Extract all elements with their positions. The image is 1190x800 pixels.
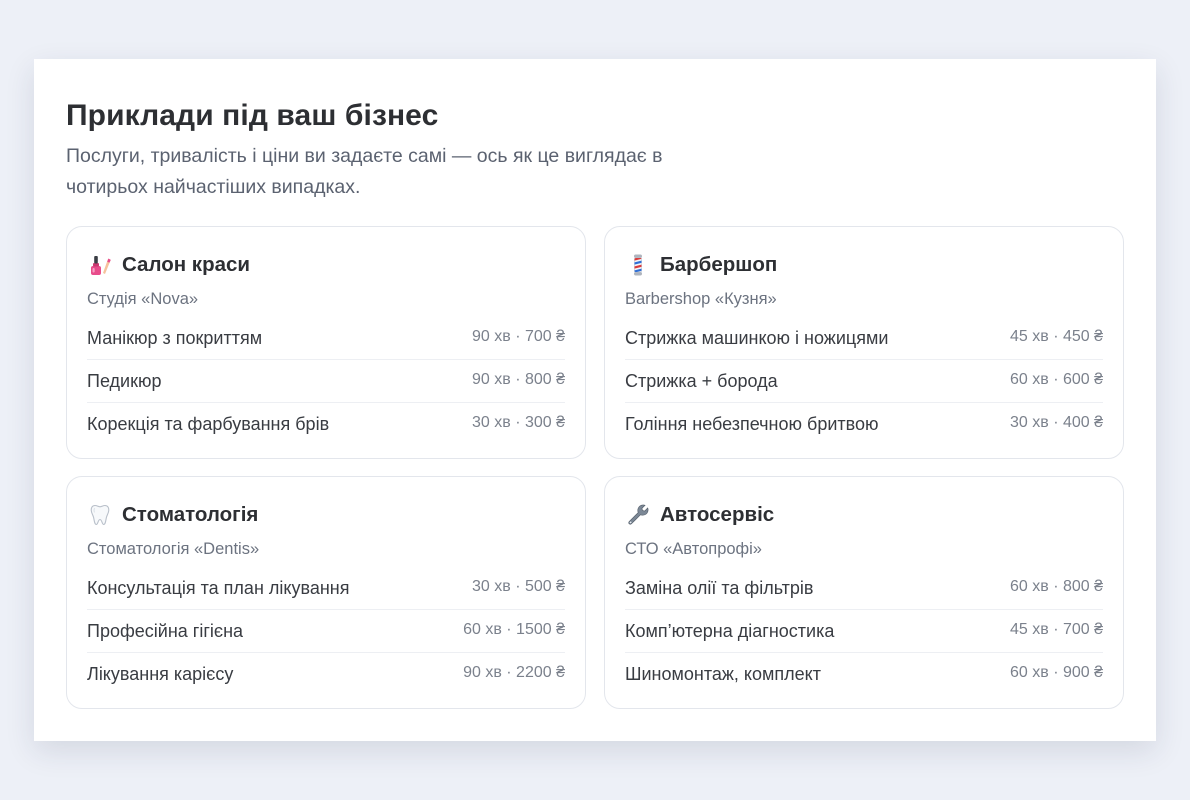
examples-panel: Приклади під ваш бізнес Послуги, тривалі… bbox=[34, 59, 1156, 741]
business-name: Стоматологія «Dentis» bbox=[87, 540, 260, 558]
service-name: Шиномонтаж, комплект bbox=[625, 664, 821, 684]
service-name: Педикюр bbox=[87, 371, 162, 391]
service-duration-price: 60 хв · 1500 ₴ bbox=[463, 621, 565, 638]
business-name: СТО «Автопрофі» bbox=[625, 540, 762, 558]
service-duration-price: 90 хв · 700 ₴ bbox=[472, 328, 565, 345]
service-name: Комп’ютерна діагностика bbox=[625, 621, 835, 641]
service-row: Стрижка машинкою і ножицями 45 хв · 450 … bbox=[625, 317, 1103, 360]
service-duration-price: 45 хв · 700 ₴ bbox=[1010, 621, 1103, 638]
service-duration-price: 30 хв · 400 ₴ bbox=[1010, 414, 1103, 431]
service-row: Педикюр 90 хв · 800 ₴ bbox=[87, 360, 565, 403]
service-duration-price: 60 хв · 600 ₴ bbox=[1010, 371, 1103, 388]
service-row: Манікюр з покриттям 90 хв · 700 ₴ bbox=[87, 317, 565, 360]
card-title: Салон краси bbox=[122, 253, 250, 276]
service-name: Професійна гігієна bbox=[87, 621, 244, 641]
card-header: Салон краси bbox=[87, 251, 565, 279]
service-name: Корекція та фарбування брів bbox=[87, 414, 330, 434]
service-name: Гоління небезпечною бритвою bbox=[625, 414, 879, 434]
card-title: Стоматологія bbox=[122, 503, 259, 526]
nail-polish-icon bbox=[87, 252, 113, 278]
service-row: Професійна гігієна 60 хв · 1500 ₴ bbox=[87, 610, 565, 653]
card-header: Барбершоп bbox=[625, 251, 1103, 279]
service-row: Консультація та план лікування 30 хв · 5… bbox=[87, 567, 565, 610]
business-name: Студія «Nova» bbox=[87, 290, 199, 308]
card-auto-service: Автосервіс СТО «Автопрофі» Заміна олії т… bbox=[604, 476, 1124, 709]
service-row: Лікування карієсу 90 хв · 2200 ₴ bbox=[87, 653, 565, 696]
service-duration-price: 60 хв · 800 ₴ bbox=[1010, 578, 1103, 595]
service-duration-price: 60 хв · 900 ₴ bbox=[1010, 664, 1103, 681]
service-row: Корекція та фарбування брів 30 хв · 300 … bbox=[87, 403, 565, 446]
barber-pole-icon bbox=[625, 252, 651, 278]
service-name: Манікюр з покриттям bbox=[87, 328, 263, 348]
service-name: Заміна олії та фільтрів bbox=[625, 578, 814, 598]
service-name: Стрижка машинкою і ножицями bbox=[625, 328, 889, 348]
service-duration-price: 30 хв · 300 ₴ bbox=[472, 414, 565, 431]
card-header: Стоматологія bbox=[87, 501, 565, 529]
card-header: Автосервіс bbox=[625, 501, 1103, 529]
wrench-icon bbox=[625, 502, 651, 528]
page-subtitle: Послуги, тривалість і ціни ви задаєте са… bbox=[66, 145, 663, 198]
card-title: Автосервіс bbox=[660, 503, 775, 526]
service-row: Комп’ютерна діагностика 45 хв · 700 ₴ bbox=[625, 610, 1103, 653]
card-dentistry: Стоматологія Стоматологія «Dentis» Консу… bbox=[66, 476, 586, 709]
service-list: Заміна олії та фільтрів 60 хв · 800 ₴ Ко… bbox=[625, 567, 1103, 696]
service-duration-price: 45 хв · 450 ₴ bbox=[1010, 328, 1103, 345]
card-title: Барбершоп bbox=[660, 253, 778, 276]
service-row: Гоління небезпечною бритвою 30 хв · 400 … bbox=[625, 403, 1103, 446]
service-duration-price: 30 хв · 500 ₴ bbox=[472, 578, 565, 595]
service-name: Стрижка + борода bbox=[625, 371, 778, 391]
service-duration-price: 90 хв · 2200 ₴ bbox=[463, 664, 565, 681]
service-row: Заміна олії та фільтрів 60 хв · 800 ₴ bbox=[625, 567, 1103, 610]
service-row: Стрижка + борода 60 хв · 600 ₴ bbox=[625, 360, 1103, 403]
service-name: Лікування карієсу bbox=[87, 664, 234, 684]
card-barbershop: Барбершоп Barbershop «Кузня» Стрижка маш… bbox=[604, 226, 1124, 459]
service-list: Консультація та план лікування 30 хв · 5… bbox=[87, 567, 565, 696]
examples-grid: Салон краси Студія «Nova» Манікюр з покр… bbox=[66, 226, 1124, 709]
service-duration-price: 90 хв · 800 ₴ bbox=[472, 371, 565, 388]
service-list: Стрижка машинкою і ножицями 45 хв · 450 … bbox=[625, 317, 1103, 446]
service-row: Шиномонтаж, комплект 60 хв · 900 ₴ bbox=[625, 653, 1103, 696]
business-name: Barbershop «Кузня» bbox=[625, 290, 777, 308]
card-beauty-salon: Салон краси Студія «Nova» Манікюр з покр… bbox=[66, 226, 586, 459]
service-name: Консультація та план лікування bbox=[87, 578, 350, 598]
page-title: Приклади під ваш бізнес bbox=[66, 99, 439, 132]
tooth-icon bbox=[87, 502, 113, 528]
service-list: Манікюр з покриттям 90 хв · 700 ₴ Педикю… bbox=[87, 317, 565, 446]
